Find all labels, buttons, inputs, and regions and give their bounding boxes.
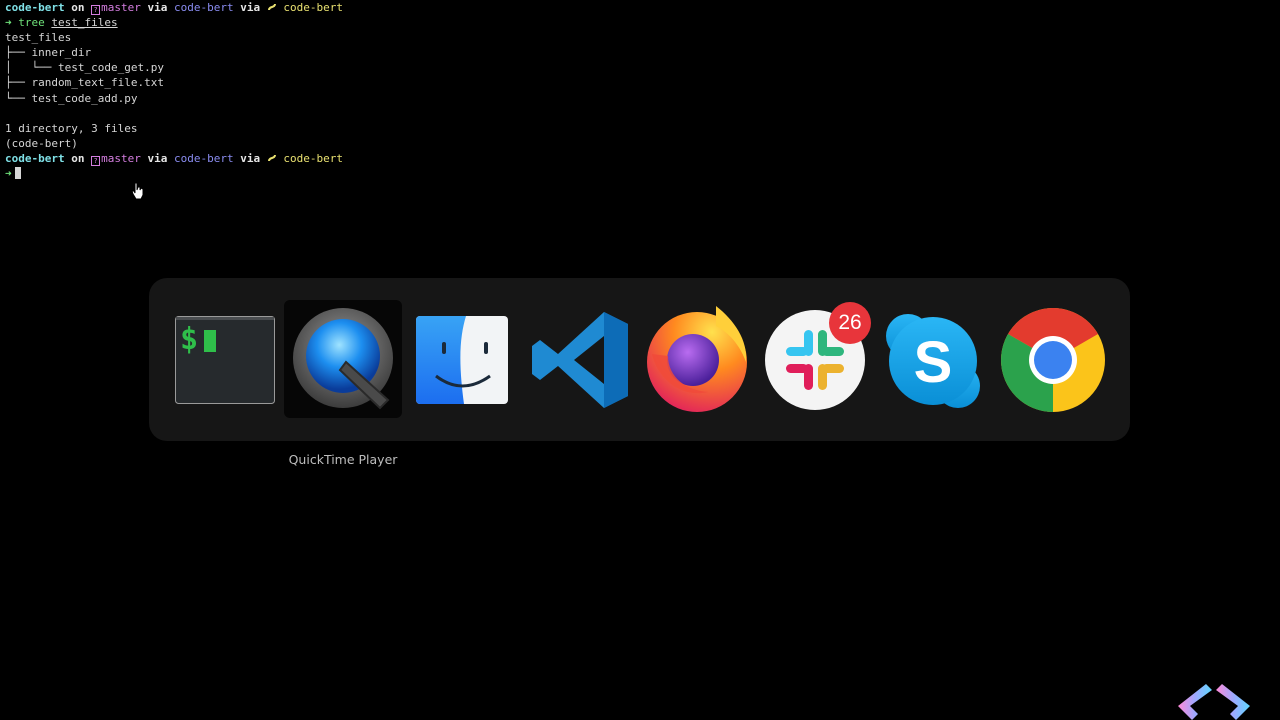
prompt-branch: master [101, 1, 141, 14]
app-terminal[interactable]: $ [166, 300, 284, 418]
prompt-line: code-bert on ? master via code-bert via c… [5, 1, 343, 15]
tree-line: ├── random_text_file.txt [5, 76, 164, 90]
tree-line: └── test_code_add.py [5, 91, 138, 105]
terminal-icon [175, 316, 275, 404]
chrome-icon [1001, 308, 1105, 412]
prompt-line: code-bert on ? master via code-bert via c… [5, 151, 343, 166]
vscode-icon [532, 312, 628, 408]
firefox-icon [647, 306, 747, 412]
prompt-env: code-bert [173, 1, 234, 14]
finder-icon [416, 316, 508, 404]
prompt-dir: code-bert [5, 1, 65, 14]
app-quicktime[interactable]: QuickTime Player [284, 300, 402, 467]
command-name: tree [18, 16, 45, 30]
app-switcher: $ QuickTime Player 26 S [149, 278, 1130, 467]
slack-notification-badge: 26 [829, 302, 871, 344]
tree-line: │ └── test_code_get.py [5, 61, 164, 75]
app-vscode[interactable] [520, 300, 638, 418]
git-icon: ? [91, 5, 101, 15]
command-arg: test_files [51, 16, 118, 30]
tree-line: ├── inner_dir [5, 46, 92, 60]
input-line[interactable]: ➜ [5, 166, 705, 181]
venv-label: (code-bert) [5, 136, 78, 150]
hand-pointer-icon [131, 182, 144, 200]
command-line: ➜ tree test_files [5, 16, 118, 30]
text-cursor [14, 167, 21, 180]
tree-summary: 1 directory, 3 files [5, 121, 138, 135]
terminal-dollar: $ [180, 322, 199, 357]
selected-app-label: QuickTime Player [288, 452, 398, 467]
app-firefox[interactable] [638, 300, 756, 418]
git-icon: ? [91, 155, 101, 166]
app-skype[interactable]: S [874, 300, 992, 418]
quicktime-icon [293, 308, 393, 410]
brand-logo-icon [1178, 684, 1250, 720]
app-finder[interactable] [402, 300, 520, 418]
app-chrome[interactable] [992, 300, 1110, 418]
python-icon [267, 154, 276, 162]
tree-line: test_files [5, 31, 72, 45]
skype-icon: S [886, 314, 980, 408]
python-icon [267, 3, 276, 11]
terminal-window[interactable]: code-bert on ? master via code-bert via c… [5, 0, 705, 181]
svg-text:S: S [914, 330, 953, 395]
prompt-python-env: code-bert [283, 1, 343, 14]
terminal-icon-cursor [204, 330, 216, 352]
